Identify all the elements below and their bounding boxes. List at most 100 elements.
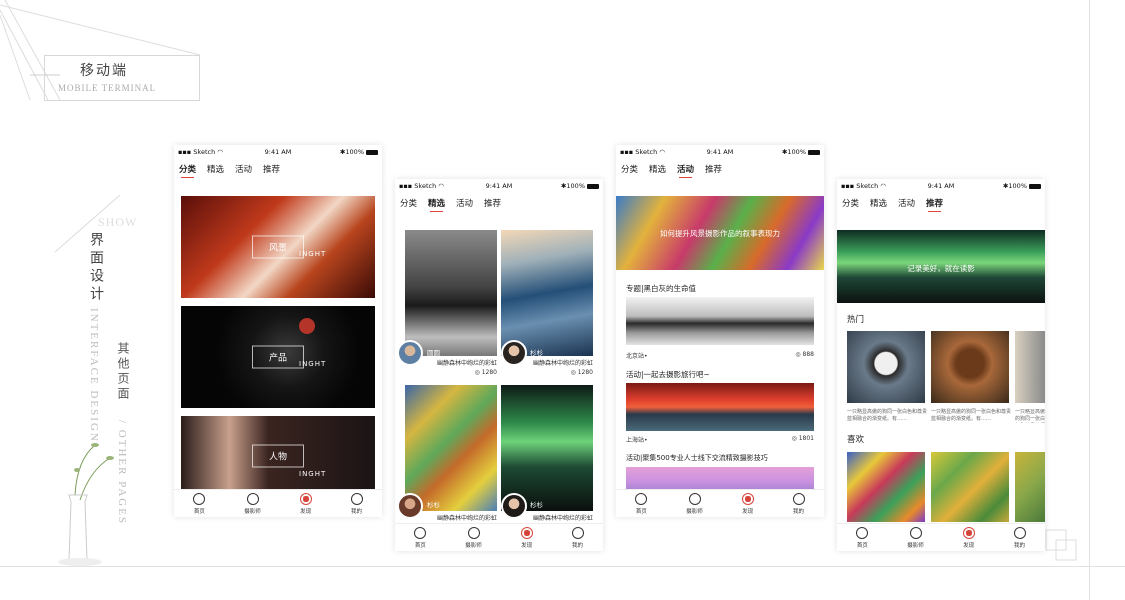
phone-category: ▪▪▪ Sketch ◠ 9:41 AM ✱100% 分类 精选 活动 推荐 风… xyxy=(174,145,382,517)
hot-photo[interactable] xyxy=(847,331,925,403)
tab-featured[interactable]: 精选 xyxy=(428,197,445,212)
nav-photographer[interactable]: 摄影师 xyxy=(244,492,261,515)
home-icon xyxy=(856,526,869,539)
status-bar: ▪▪▪ Sketch ◠ 9:41 AM ✱100% xyxy=(616,145,824,159)
tab-activity[interactable]: 活动 xyxy=(456,197,473,209)
photo-image xyxy=(405,230,497,356)
nav-home[interactable]: 首页 xyxy=(856,526,869,549)
nav-profile[interactable]: 我的 xyxy=(1013,526,1026,549)
nav-photographer[interactable]: 摄影师 xyxy=(465,526,482,549)
nav-discover[interactable]: 发现 xyxy=(962,526,975,549)
category-label: 人物 xyxy=(251,444,305,468)
activity-title[interactable]: 专题|黑白灰的生命值 xyxy=(626,283,696,294)
top-tabs: 分类 精选 活动 推荐 xyxy=(616,159,824,179)
bottom-nav: 首页 摄影师 发现 我的 xyxy=(174,489,382,517)
hot-photo[interactable] xyxy=(931,331,1009,403)
section-sub-vertical: 其他页面 xyxy=(116,342,130,402)
camera-icon xyxy=(688,492,701,505)
activity-image[interactable] xyxy=(626,383,814,431)
tab-recommend[interactable]: 推荐 xyxy=(705,163,722,175)
profile-icon xyxy=(1013,526,1026,539)
nav-photographer[interactable]: 摄影师 xyxy=(686,492,703,515)
category-card-product[interactable]: 产品 INGHT xyxy=(181,306,375,408)
user-name: 杉杉 xyxy=(530,349,543,357)
category-label: 产品 xyxy=(251,345,305,369)
nav-discover[interactable]: 发现 xyxy=(299,492,312,515)
avatar[interactable] xyxy=(501,493,527,519)
category-en: INGHT xyxy=(299,360,327,368)
view-count: ◎ 888 xyxy=(795,351,814,358)
nav-home[interactable]: 首页 xyxy=(635,492,648,515)
hot-photo[interactable] xyxy=(1015,331,1045,403)
nav-discover[interactable]: 发现 xyxy=(520,526,533,549)
tab-featured[interactable]: 精选 xyxy=(649,163,666,175)
home-icon xyxy=(635,492,648,505)
camera-icon xyxy=(246,492,259,505)
status-bar: ▪▪▪ Sketch ◠ 9:41 AM ✱100% xyxy=(395,179,603,193)
category-card-portrait[interactable]: 人物 INGHT xyxy=(181,416,375,496)
nav-home[interactable]: 首页 xyxy=(193,492,206,515)
activity-meta: 北京站• ◎ 888 xyxy=(626,351,814,360)
activity-banner[interactable]: 如何提升风景摄影作品的叙事表现力 xyxy=(616,196,824,270)
category-card-landscape[interactable]: 风景 INGHT xyxy=(181,196,375,298)
hot-caption: 一只略显高傲的狗同一张白色和尊贵蓝相融合的渐变纸。有…… xyxy=(847,409,928,422)
like-photo[interactable] xyxy=(1015,452,1045,522)
recommend-banner[interactable]: 记录美好，就在读影 xyxy=(837,230,1045,303)
status-bar: ▪▪▪ Sketch ◠ 9:41 AM ✱100% xyxy=(174,145,382,159)
activity-title[interactable]: 活动|聚集500专业人士线下交流精致摄影技巧 xyxy=(626,453,768,463)
tab-activity[interactable]: 活动 xyxy=(235,163,252,175)
nav-discover[interactable]: 发现 xyxy=(741,492,754,515)
tab-recommend[interactable]: 推荐 xyxy=(926,197,943,212)
nav-photographer[interactable]: 摄影师 xyxy=(907,526,924,549)
nav-profile[interactable]: 我的 xyxy=(350,492,363,515)
activity-image[interactable] xyxy=(626,297,814,345)
tab-recommend[interactable]: 推荐 xyxy=(263,163,280,175)
battery-indicator: ✱100% xyxy=(340,148,378,156)
tab-category[interactable]: 分类 xyxy=(179,163,196,178)
avatar[interactable] xyxy=(501,340,527,366)
home-icon xyxy=(414,526,427,539)
tab-featured[interactable]: 精选 xyxy=(870,197,887,209)
camera-icon xyxy=(467,526,480,539)
battery-indicator: ✱100% xyxy=(1003,182,1041,190)
bottom-nav: 首页 摄影师 发现 我的 xyxy=(395,523,603,551)
nav-profile[interactable]: 我的 xyxy=(792,492,805,515)
squares-decoration xyxy=(1045,529,1077,561)
tab-recommend[interactable]: 推荐 xyxy=(484,197,501,209)
view-count: ◎ 1801 xyxy=(791,435,814,442)
phone-featured: ▪▪▪ Sketch ◠ 9:41 AM ✱100% 分类 精选 活动 推荐 幽… xyxy=(395,179,603,551)
hot-heading: 热门 xyxy=(847,315,865,325)
page-subtitle: MOBILE TERMINAL xyxy=(58,83,157,93)
activity-title[interactable]: 活动|一起去摄影旅行吧~ xyxy=(626,369,710,380)
category-en: INGHT xyxy=(299,470,327,478)
section-title-vertical: 界面设计 xyxy=(88,232,104,304)
nav-home[interactable]: 首页 xyxy=(414,526,427,549)
tab-category[interactable]: 分类 xyxy=(842,197,859,209)
avatar[interactable] xyxy=(397,340,423,366)
avatar[interactable] xyxy=(397,493,423,519)
photo-image xyxy=(501,230,593,356)
tab-category[interactable]: 分类 xyxy=(621,163,638,175)
page-title: 移动端 xyxy=(80,63,128,79)
tab-featured[interactable]: 精选 xyxy=(207,163,224,175)
location-label: 上海站• xyxy=(626,437,648,444)
like-photo[interactable] xyxy=(847,452,925,522)
camera-icon xyxy=(909,526,922,539)
tab-category[interactable]: 分类 xyxy=(400,197,417,209)
category-en: INGHT xyxy=(299,250,327,258)
banner-text: 记录美好，就在读影 xyxy=(907,264,975,273)
product-accent-shape xyxy=(299,318,315,334)
discover-icon xyxy=(520,526,533,539)
vase-decoration xyxy=(58,443,114,566)
nav-profile[interactable]: 我的 xyxy=(571,526,584,549)
section-title-en: INTERFACE DESIGN xyxy=(88,308,100,443)
like-photo[interactable] xyxy=(931,452,1009,522)
profile-icon xyxy=(792,492,805,505)
category-label: 风景 xyxy=(251,235,305,259)
user-name: 圆圆 xyxy=(427,349,440,357)
bottom-rule xyxy=(0,566,1125,567)
tab-activity[interactable]: 活动 xyxy=(898,197,915,209)
tab-activity[interactable]: 活动 xyxy=(677,163,694,178)
right-rule xyxy=(1089,0,1090,600)
carrier-label: ▪▪▪ Sketch ◠ xyxy=(178,148,223,156)
